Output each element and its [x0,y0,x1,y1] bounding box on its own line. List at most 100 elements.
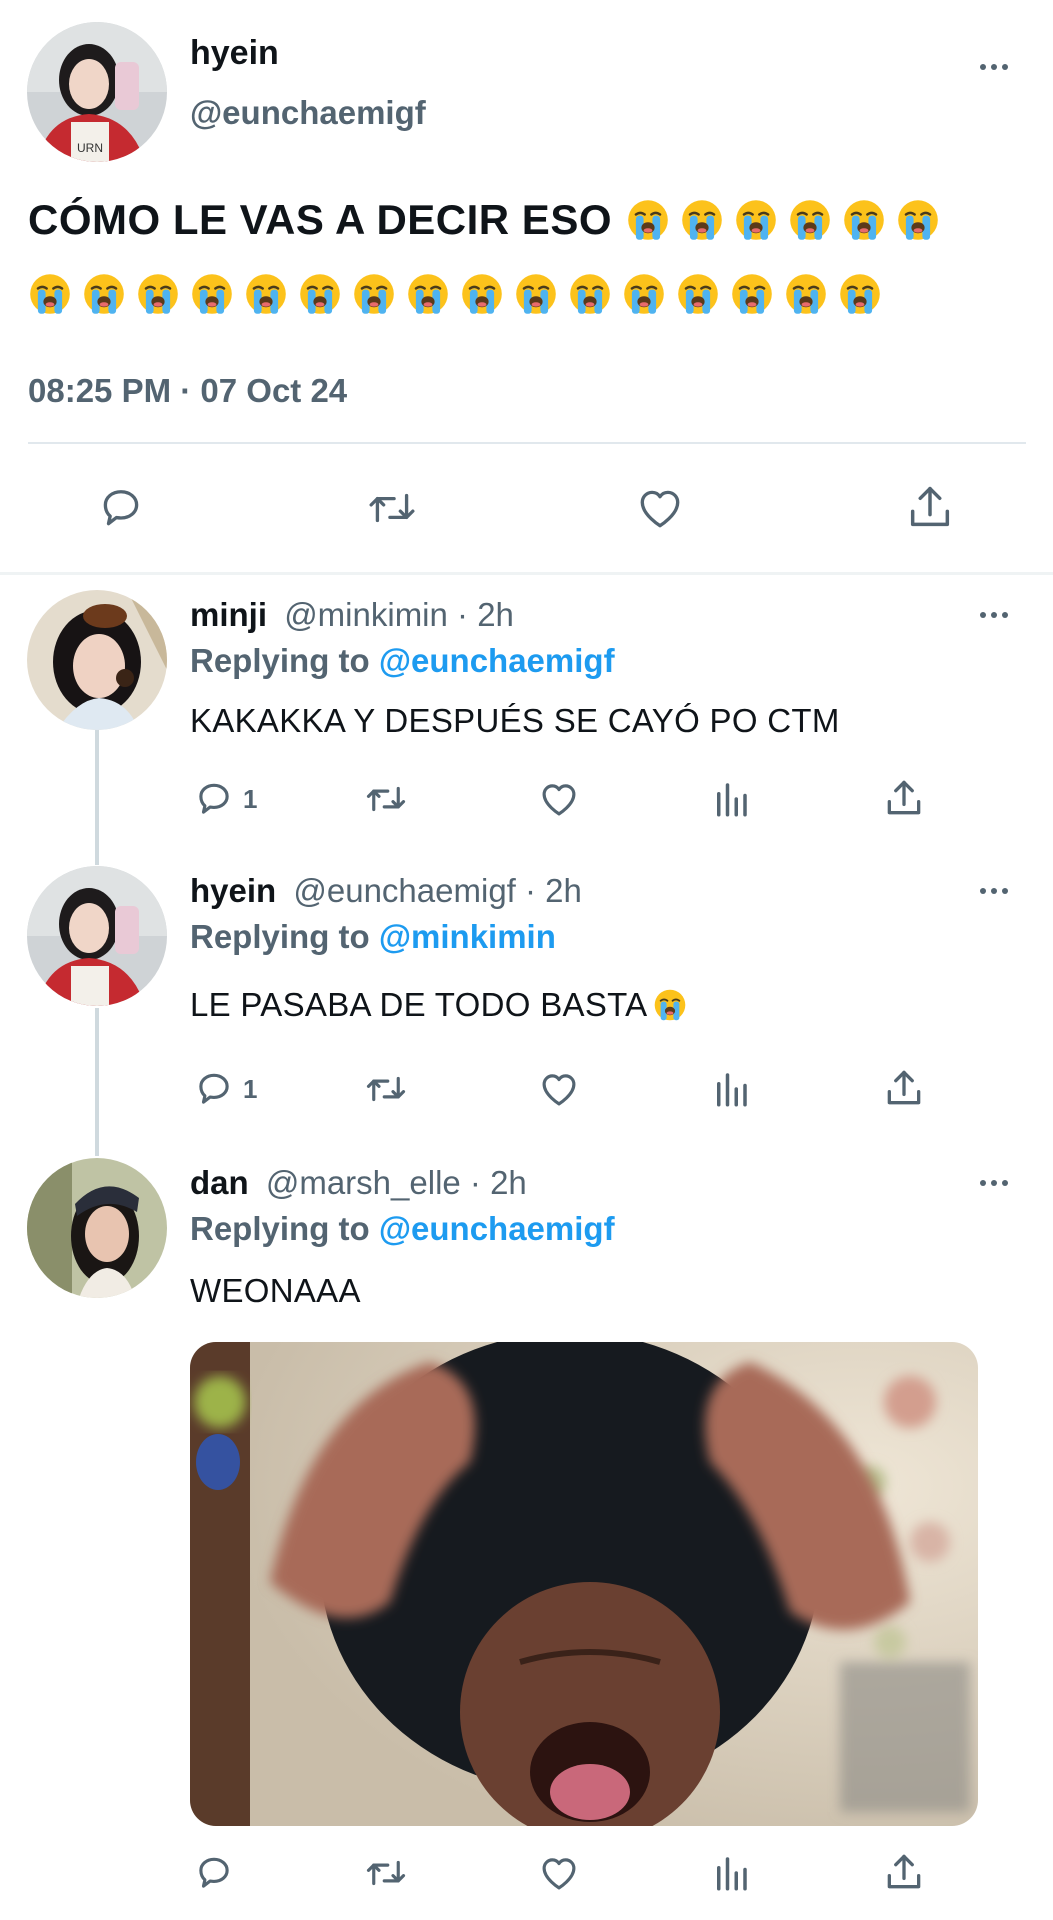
replying-to-link[interactable]: @minkimin [379,918,556,955]
loudly-crying-face-icon [462,274,502,314]
tweet-text: CÓMO LE VAS A DECIR ESO [28,196,612,243]
retweet-icon [369,493,415,523]
reply-text-block: LE PASABA DE TODO BASTA [190,986,687,1024]
retweet-button[interactable] [362,778,410,820]
more-options-icon[interactable] [980,612,1008,618]
loudly-crying-face-icon [655,989,686,1021]
reply-icon [199,1073,229,1104]
reply-header: hyein @eunchaemigf · 2h [190,872,582,910]
loudly-crying-face-icon [682,200,722,240]
heart-icon [640,490,680,528]
replying-to: Replying to @minkimin [190,918,556,956]
avatar[interactable] [27,590,167,730]
share-icon [887,1070,921,1105]
reply-header: minji @minkimin · 2h [190,596,514,634]
loudly-crying-face-icon [678,274,718,314]
author-name[interactable]: hyein [190,872,276,909]
loudly-crying-face-icon [300,274,340,314]
loudly-crying-face-icon [570,274,610,314]
avatar[interactable] [27,866,167,1006]
share-button[interactable] [904,481,956,533]
author-handle-time[interactable]: @eunchaemigf · 2h [293,872,582,909]
loudly-crying-face-icon [844,200,884,240]
tweet-text-block: CÓMO LE VAS A DECIR ESO [28,196,1038,316]
media-image[interactable] [190,1342,978,1826]
reply-text: KAKAKKA Y DESPUÉS SE CAYÓ PO CTM [190,702,840,739]
loudly-crying-face-icon [840,274,880,314]
more-options-icon[interactable] [980,1180,1008,1186]
emoji-row [28,272,1038,316]
heart-icon [542,1858,576,1890]
analytics-button[interactable] [710,1068,752,1110]
retweet-icon [366,1860,406,1886]
share-button[interactable] [882,776,926,820]
reply-button[interactable] [193,1852,235,1894]
analytics-icon [717,1857,747,1891]
loudly-crying-face-icon [628,200,668,240]
share-button[interactable] [882,1850,926,1894]
author-handle[interactable]: @eunchaemigf [190,94,426,132]
section-separator [0,572,1053,575]
reply-button[interactable]: 1 [193,1068,257,1110]
analytics-button[interactable] [710,778,752,820]
loudly-crying-face-icon [84,274,124,314]
reply-icon [199,783,229,814]
loudly-crying-face-icon [354,274,394,314]
analytics-icon [717,1073,747,1107]
share-button[interactable] [882,1066,926,1110]
like-button[interactable] [537,778,581,820]
retweet-icon [366,786,406,812]
thread-line [95,1008,99,1156]
retweet-button[interactable] [362,1852,410,1894]
author-name[interactable]: hyein [190,34,279,73]
retweet-button[interactable] [364,483,420,533]
emoji-row [626,198,950,242]
author-name[interactable]: dan [190,1164,249,1201]
loudly-crying-face-icon [408,274,448,314]
emoji [647,986,687,1023]
more-options-icon[interactable] [980,64,1008,70]
avatar[interactable]: URN [27,22,167,162]
reply-count: 1 [243,1073,258,1104]
like-button[interactable] [634,483,686,533]
loudly-crying-face-icon [246,274,286,314]
replying-to: Replying to @eunchaemigf [190,1210,615,1248]
replying-to-link[interactable]: @eunchaemigf [379,1210,615,1247]
replying-to-link[interactable]: @eunchaemigf [379,642,615,679]
avatar[interactable] [27,1158,167,1298]
thread-line [95,730,99,865]
replying-to-label: Replying to [190,1210,370,1247]
reply-header: dan @marsh_elle · 2h [190,1164,527,1202]
replying-to-label: Replying to [190,918,370,955]
divider [28,442,1026,444]
author-name[interactable]: minji [190,596,267,633]
loudly-crying-face-icon [790,200,830,240]
more-options-icon[interactable] [980,888,1008,894]
share-icon [887,780,921,815]
retweet-button[interactable] [362,1068,410,1110]
reply-icon [103,490,139,526]
reply-text: WEONAAA [190,1272,361,1309]
share-icon [910,486,950,527]
reply-button[interactable] [96,483,146,533]
author-handle-time[interactable]: @minkimin · 2h [284,596,514,633]
share-icon [887,1854,921,1889]
retweet-icon [366,1076,406,1102]
author-handle-time[interactable]: @marsh_elle · 2h [266,1164,527,1201]
reply-text: LE PASABA DE TODO BASTA [190,986,648,1023]
loudly-crying-face-icon [898,200,938,240]
heart-icon [542,1074,576,1106]
loudly-crying-face-icon [732,274,772,314]
loudly-crying-face-icon [624,274,664,314]
like-button[interactable] [537,1068,581,1110]
loudly-crying-face-icon [138,274,178,314]
heart-icon [542,784,576,816]
loudly-crying-face-icon [516,274,556,314]
analytics-icon [717,783,747,817]
like-button[interactable] [537,1852,581,1894]
analytics-button[interactable] [710,1852,752,1894]
loudly-crying-face-icon [736,200,776,240]
tweet-timestamp[interactable]: 08:25 PM · 07 Oct 24 [28,372,347,410]
reply-button[interactable]: 1 [193,778,257,820]
reply-count: 1 [243,783,258,814]
